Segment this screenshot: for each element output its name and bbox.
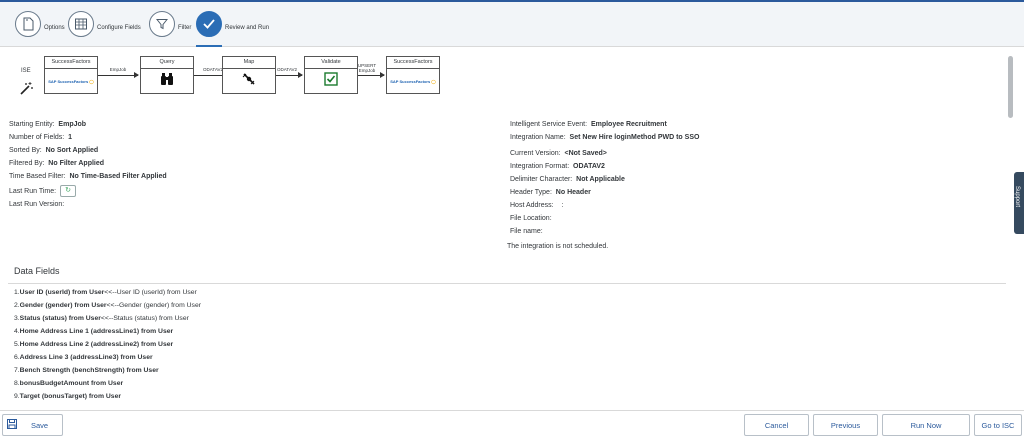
step-options[interactable]: Options: [15, 9, 65, 39]
info-header-type: Header Type: No Header: [510, 189, 591, 196]
step-label: Review and Run: [225, 25, 270, 31]
info-starting-entity: Starting Entity: EmpJob: [9, 121, 87, 128]
wizard-bar: Options Configure Fields Filter Review a…: [0, 2, 1024, 47]
flow-box-map: Map: [222, 56, 276, 94]
data-field-row: 5.Home Address Line 2 (addressLine2) fro…: [14, 341, 174, 348]
save-label: Save: [31, 420, 49, 430]
magic-wand-icon: [18, 81, 34, 97]
successfactors-logo: SAP SuccessFactors ◯: [390, 78, 436, 84]
successfactors-logo: SAP SuccessFactors ◯: [48, 78, 94, 84]
info-last-run-version: Last Run Version:: [9, 201, 65, 208]
step-configure-fields[interactable]: Configure Fields: [68, 9, 141, 39]
info-integration-format: Integration Format: ODATAV2: [510, 163, 605, 170]
data-field-row: 1.User ID (userId) from User<<--User ID …: [14, 289, 197, 296]
checkmark-icon: [196, 11, 222, 37]
info-number-of-fields: Number of Fields: 1: [9, 134, 73, 141]
data-field-row: 3.Status (status) from User<<--Status (s…: [14, 315, 189, 322]
run-now-button[interactable]: Run Now: [882, 414, 970, 436]
refresh-icon[interactable]: ↻: [60, 185, 77, 197]
data-field-row: 4.Home Address Line 1 (addressLine1) fro…: [14, 328, 174, 335]
data-field-row: 2.Gender (gender) from User<<--Gender (g…: [14, 302, 201, 309]
flow-box-title: Validate: [305, 57, 357, 69]
info-filtered-by: Filtered By: No Filter Applied: [9, 160, 105, 167]
map-plug-icon: [241, 71, 257, 92]
scrollbar-thumb[interactable]: [1008, 56, 1013, 118]
info-file-name: File name:: [510, 228, 543, 235]
step-label: Filter: [178, 25, 192, 31]
schedule-note: The integration is not scheduled.: [507, 243, 609, 250]
step-label: Configure Fields: [97, 25, 141, 31]
info-file-location: File Location:: [510, 215, 552, 222]
data-field-row: 8.bonusBudgetAmount from User: [14, 380, 124, 387]
flow-box-validate: Validate: [304, 56, 358, 94]
flow-arrow-label: EmpJob: [109, 67, 127, 72]
footer-toolbar: Save Cancel Previous Run Now Go to ISC: [0, 410, 1024, 440]
info-integration-name: Integration Name: Set New Hire loginMeth…: [510, 134, 700, 141]
support-label: Support: [1014, 186, 1020, 208]
flow-box-title: SuccessFactors: [45, 57, 97, 69]
flow-box-source-successfactors: SuccessFactors SAP SuccessFactors ◯: [44, 56, 98, 94]
flow-box-title: Query: [141, 57, 193, 69]
info-delimiter-character: Delimiter Character: Not Applicable: [510, 176, 625, 183]
data-field-row: 6.Address Line 3 (addressLine3) from Use…: [14, 354, 153, 361]
save-icon: [7, 419, 17, 431]
data-field-row: 9.Target (bonusTarget) from User: [14, 393, 122, 400]
flow-box-title: SuccessFactors: [387, 57, 439, 69]
info-last-run-time: Last Run Time: ↻: [9, 185, 77, 197]
flow-arrow-label: UPSERT EmpJob: [357, 63, 377, 73]
support-tab[interactable]: Support: [1014, 172, 1024, 234]
info-sorted-by: Sorted By: No Sort Applied: [9, 147, 99, 154]
flow-arrow: [358, 72, 385, 78]
info-current-version: Current Version: <Not Saved>: [510, 150, 607, 157]
step-review-and-run[interactable]: Review and Run: [196, 9, 269, 39]
cancel-button[interactable]: Cancel: [744, 414, 809, 436]
binoculars-icon: [159, 72, 175, 91]
validate-check-icon: [324, 71, 338, 91]
flow-box-query: Query: [140, 56, 194, 94]
previous-button[interactable]: Previous: [813, 414, 878, 436]
section-divider: [8, 283, 1006, 284]
flow-box-target-successfactors: SuccessFactors SAP SuccessFactors ◯: [386, 56, 440, 94]
flow-start-label: ISE: [21, 68, 31, 74]
flow-arrow: [276, 72, 303, 78]
info-host-address: Host Address: :: [510, 202, 564, 209]
integration-flow-diagram: ISE SuccessFactors SAP SuccessFactors ◯ …: [0, 47, 460, 127]
data-field-row: 7.Bench Strength (benchStrength) from Us…: [14, 367, 159, 374]
filter-icon: [149, 11, 175, 37]
flow-box-title: Map: [223, 57, 275, 69]
review-content: ISE SuccessFactors SAP SuccessFactors ◯ …: [0, 47, 1006, 410]
go-to-isc-button[interactable]: Go to ISC: [974, 414, 1022, 436]
step-filter[interactable]: Filter: [149, 9, 191, 39]
info-time-based-filter: Time Based Filter: No Time-Based Filter …: [9, 173, 167, 180]
step-label: Options: [44, 25, 65, 31]
data-fields-title: Data Fields: [14, 266, 60, 276]
flow-arrow: [98, 72, 139, 78]
info-intelligent-service-event: Intelligent Service Event: Employee Recr…: [510, 121, 667, 128]
flow-arrow-label: ODATAV2: [276, 67, 297, 72]
save-button[interactable]: Save: [2, 414, 63, 436]
document-icon: [15, 11, 41, 37]
grid-icon: [68, 11, 94, 37]
